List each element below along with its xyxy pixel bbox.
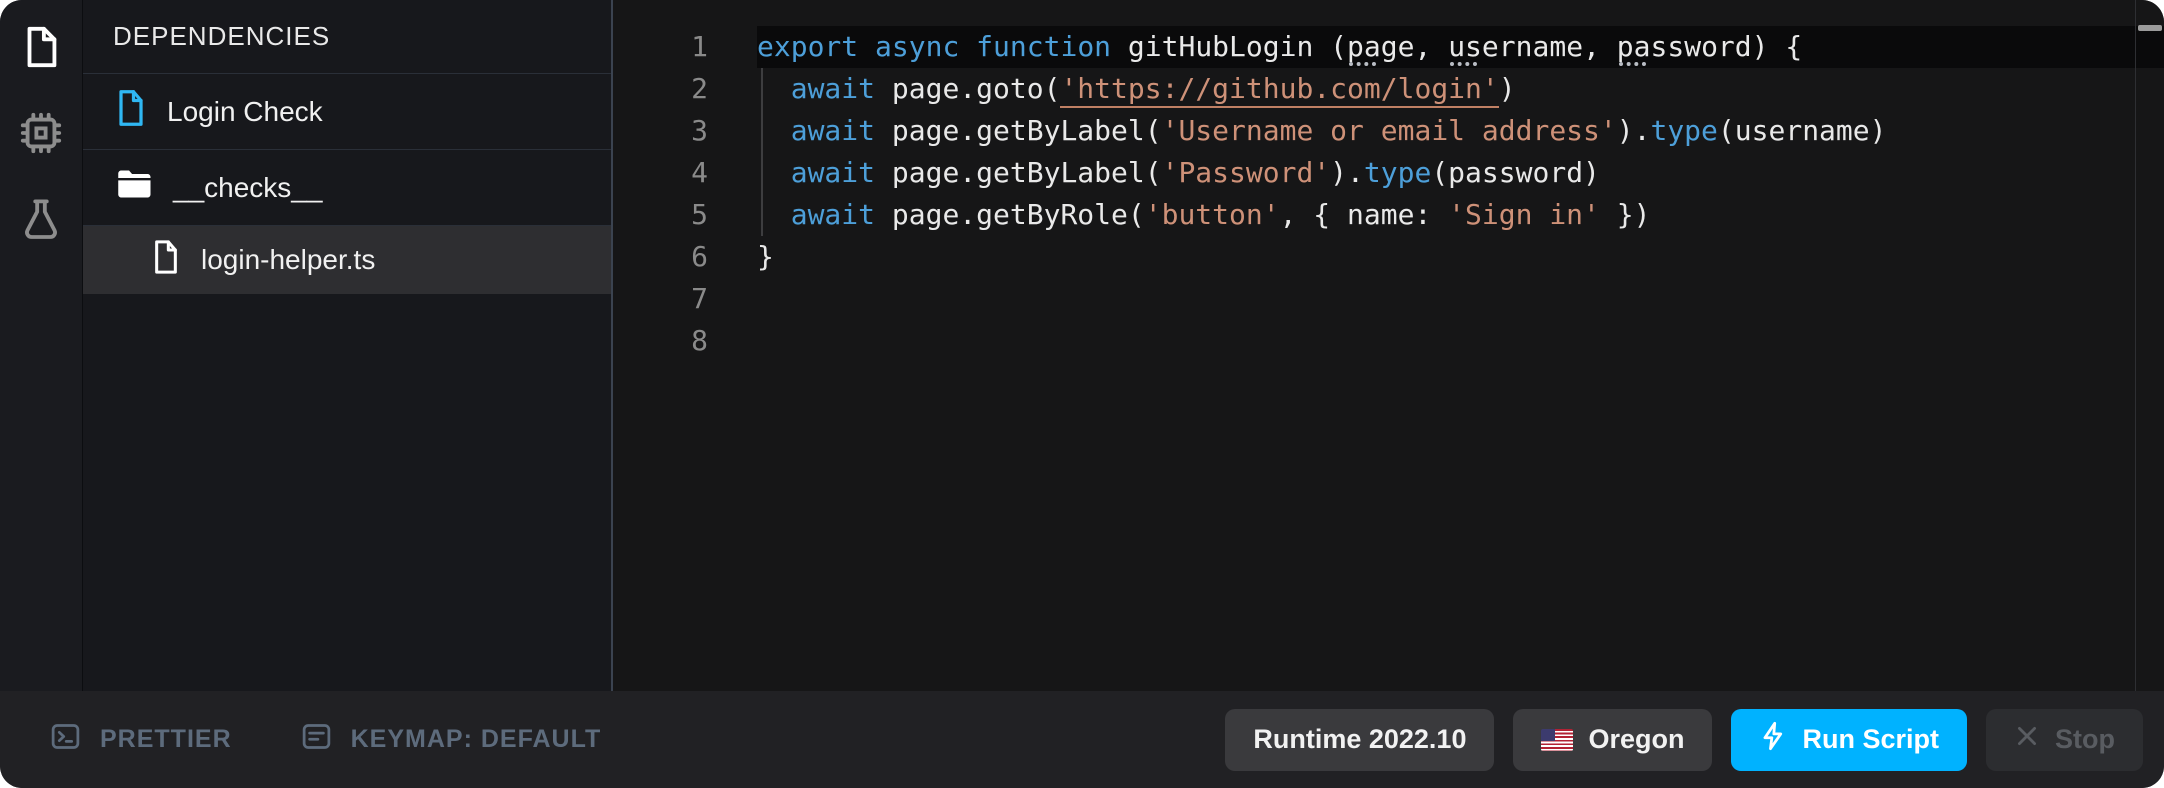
line-number: 7 [613, 278, 708, 320]
script-editor-window: DEPENDENCIES Login Check __checks__ [0, 0, 2164, 788]
run-script-label: Run Script [1802, 724, 1939, 755]
region-label: Oregon [1588, 724, 1684, 755]
file-tree-panel: DEPENDENCIES Login Check __checks__ [82, 0, 613, 691]
terminal-icon [49, 720, 82, 760]
keymap-setting[interactable]: KEYMAP: DEFAULT [294, 719, 608, 761]
run-script-button[interactable]: Run Script [1731, 709, 1967, 771]
file-icon [116, 89, 146, 134]
line-number: 3 [613, 110, 708, 152]
code-line[interactable]: await page.getByLabel('Username or email… [757, 110, 1886, 152]
tree-item-label: login-helper.ts [201, 244, 375, 276]
line-number: 1 [613, 26, 708, 68]
status-bar: PRETTIER KEYMAP: DEFAULT Runtime 2022.10… [0, 691, 2164, 788]
runtime-selector-button[interactable]: Runtime 2022.10 [1225, 709, 1494, 771]
stop-button[interactable]: Stop [1986, 709, 2143, 771]
prettier-setting[interactable]: PRETTIER [43, 719, 238, 761]
keymap-label: KEYMAP: DEFAULT [351, 725, 602, 754]
prettier-label: PRETTIER [100, 725, 232, 754]
line-number: 4 [613, 152, 708, 194]
code-line[interactable] [757, 320, 1886, 362]
line-number-gutter: 1 2 3 4 5 6 7 8 [613, 26, 708, 362]
tests-tab-button[interactable] [16, 194, 66, 244]
line-number: 5 [613, 194, 708, 236]
scrollbar-thumb[interactable] [2138, 25, 2162, 31]
code-line[interactable] [757, 278, 1886, 320]
code-line[interactable]: await page.goto('https://github.com/logi… [757, 68, 1886, 110]
file-icon [152, 239, 180, 282]
scrollbar-track [2135, 0, 2136, 691]
code-line[interactable]: export async function gitHubLogin (page,… [757, 26, 1886, 68]
dependencies-header-label: DEPENDENCIES [113, 21, 330, 52]
status-bar-actions: Runtime 2022.10 Oregon Run Script [1225, 709, 2143, 771]
us-flag-icon [1541, 729, 1573, 751]
files-tab-button[interactable] [16, 22, 66, 72]
line-number: 2 [613, 68, 708, 110]
folder-icon [116, 169, 152, 206]
line-number: 6 [613, 236, 708, 278]
region-selector-button[interactable]: Oregon [1513, 709, 1712, 771]
tree-item-login-check[interactable]: Login Check [83, 74, 611, 150]
activity-bar [0, 0, 82, 691]
code-line[interactable]: } [757, 236, 1886, 278]
file-icon [18, 24, 64, 70]
runtime-label: Runtime 2022.10 [1253, 724, 1466, 755]
lightning-bolt-icon [1759, 721, 1787, 758]
code-line[interactable]: await page.getByLabel('Password').type(p… [757, 152, 1886, 194]
code-editor[interactable]: 1 2 3 4 5 6 7 8 export async function gi… [613, 0, 2164, 691]
tree-item-checks-folder[interactable]: __checks__ [83, 150, 611, 226]
tree-item-login-helper[interactable]: login-helper.ts [83, 226, 611, 294]
line-number: 8 [613, 320, 708, 362]
tree-item-label: Login Check [167, 96, 323, 128]
runtime-tab-button[interactable] [16, 108, 66, 158]
code-content[interactable]: export async function gitHubLogin (page,… [757, 26, 1886, 362]
flask-icon [18, 196, 64, 242]
stop-label: Stop [2055, 724, 2115, 755]
chip-icon [18, 110, 64, 156]
close-icon [2014, 723, 2040, 756]
keymap-icon [300, 720, 333, 760]
tree-item-label: __checks__ [173, 172, 322, 204]
dependencies-header: DEPENDENCIES [83, 0, 611, 74]
code-line[interactable]: await page.getByRole('button', { name: '… [757, 194, 1886, 236]
